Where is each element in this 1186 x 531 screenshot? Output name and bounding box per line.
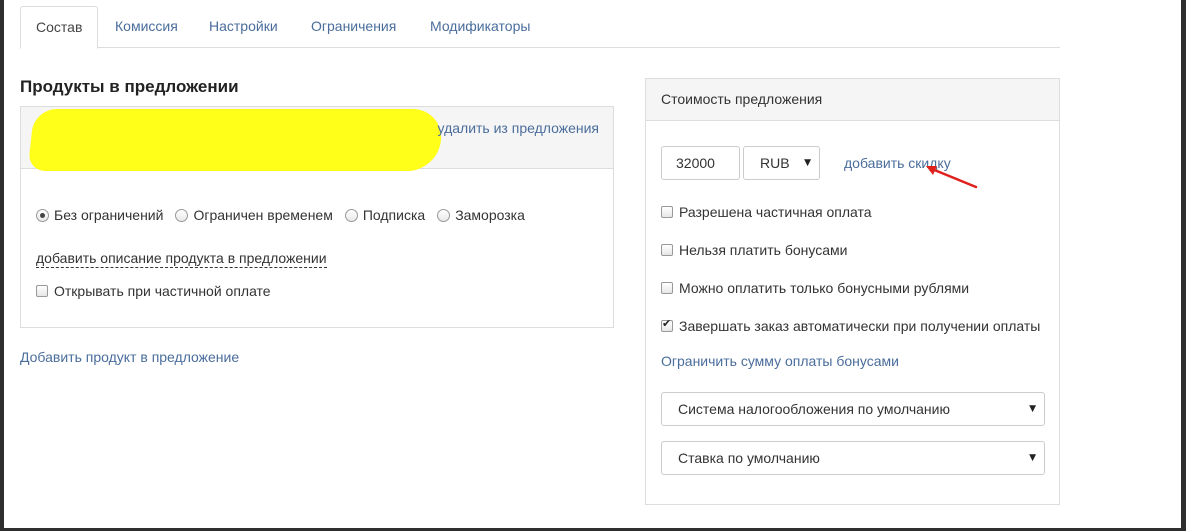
currency-select[interactable]: RUB ▼	[743, 146, 820, 180]
cost-panel-title: Стоимость предложения	[646, 79, 1059, 121]
radio-label: Ограничен временем	[193, 207, 333, 223]
tab-modifiers[interactable]: Модификаторы	[415, 6, 545, 48]
tax-system-select[interactable]: Система налогообложения по умолчанию ▼	[661, 392, 1045, 426]
redaction-highlight	[27, 109, 445, 171]
annotation-arrow-icon	[926, 166, 978, 189]
checkbox-icon[interactable]	[661, 244, 673, 256]
tab-bar: Состав Комиссия Настройки Ограничения Мо…	[20, 6, 1060, 49]
checkbox-icon[interactable]	[661, 282, 673, 294]
radio-time-limited[interactable]: Ограничен временем	[175, 207, 333, 223]
checkbox-label: Завершать заказ автоматически при получе…	[679, 318, 1041, 334]
radio-dot-icon[interactable]	[36, 208, 49, 222]
checkmark-icon[interactable]	[661, 317, 673, 332]
products-title: Продукты в предложении	[20, 77, 239, 96]
caret-down-icon: ▼	[1029, 453, 1036, 463]
tab-settings[interactable]: Настройки	[194, 6, 293, 48]
bonus-only-payment-checkbox[interactable]: Можно оплатить только бонусными рублями	[661, 280, 969, 296]
radio-dot-icon[interactable]	[437, 208, 451, 222]
vat-rate-value: Ставка по умолчанию	[678, 450, 820, 466]
auto-complete-order-checkbox[interactable]: Завершать заказ автоматически при получе…	[661, 317, 1041, 334]
checkbox-label: Открывать при частичной оплате	[54, 283, 271, 299]
radio-freeze[interactable]: Заморозка	[437, 207, 525, 223]
checkbox-label: Можно оплатить только бонусными рублями	[679, 280, 970, 296]
radio-label: Заморозка	[455, 207, 525, 223]
currency-value: RUB	[760, 155, 790, 171]
radio-dot-icon[interactable]	[175, 208, 189, 222]
radio-label: Подписка	[362, 207, 426, 223]
product-panel: удалить из предложения Без ограничений О…	[20, 106, 614, 328]
radio-subscription[interactable]: Подписка	[344, 207, 426, 223]
add-product-link[interactable]: Добавить продукт в предложение	[20, 349, 239, 365]
checkbox-label: Нельзя платить бонусами	[679, 242, 848, 258]
tab-commission[interactable]: Комиссия	[100, 6, 193, 48]
tab-composition[interactable]: Состав	[20, 6, 99, 49]
no-bonus-payment-checkbox[interactable]: Нельзя платить бонусами	[661, 242, 847, 258]
partial-payment-checkbox[interactable]: Разрешена частичная оплата	[661, 204, 872, 220]
caret-down-icon: ▼	[804, 158, 811, 168]
cost-panel: Стоимость предложения 32000 RUB ▼ добави…	[645, 78, 1060, 505]
checkbox-icon[interactable]	[661, 206, 673, 218]
radio-no-limit[interactable]: Без ограничений	[36, 207, 163, 223]
radio-dot-icon[interactable]	[344, 208, 358, 222]
tax-system-value: Система налогообложения по умолчанию	[678, 401, 950, 417]
tab-restrictions[interactable]: Ограничения	[296, 6, 411, 48]
caret-down-icon: ▼	[1029, 404, 1036, 414]
checkbox-label: Разрешена частичная оплата	[679, 204, 872, 220]
remove-from-offer-link[interactable]: удалить из предложения	[438, 120, 599, 136]
limit-bonus-amount-link[interactable]: Ограничить сумму оплаты бонусами	[661, 353, 899, 369]
open-on-partial-payment-checkbox[interactable]: Открывать при частичной оплате	[36, 283, 271, 299]
price-input[interactable]: 32000	[661, 146, 740, 180]
vat-rate-select[interactable]: Ставка по умолчанию ▼	[661, 441, 1045, 475]
main-frame: Состав Комиссия Настройки Ограничения Мо…	[4, 0, 1181, 528]
product-header: удалить из предложения	[21, 107, 613, 171]
radio-label: Без ограничений	[54, 207, 164, 223]
access-type-radio-group: Без ограничений Ограничен временем Подпи…	[36, 207, 537, 223]
checkbox-icon[interactable]	[36, 285, 48, 297]
add-description-link[interactable]: добавить описание продукта в предложении	[36, 250, 327, 268]
